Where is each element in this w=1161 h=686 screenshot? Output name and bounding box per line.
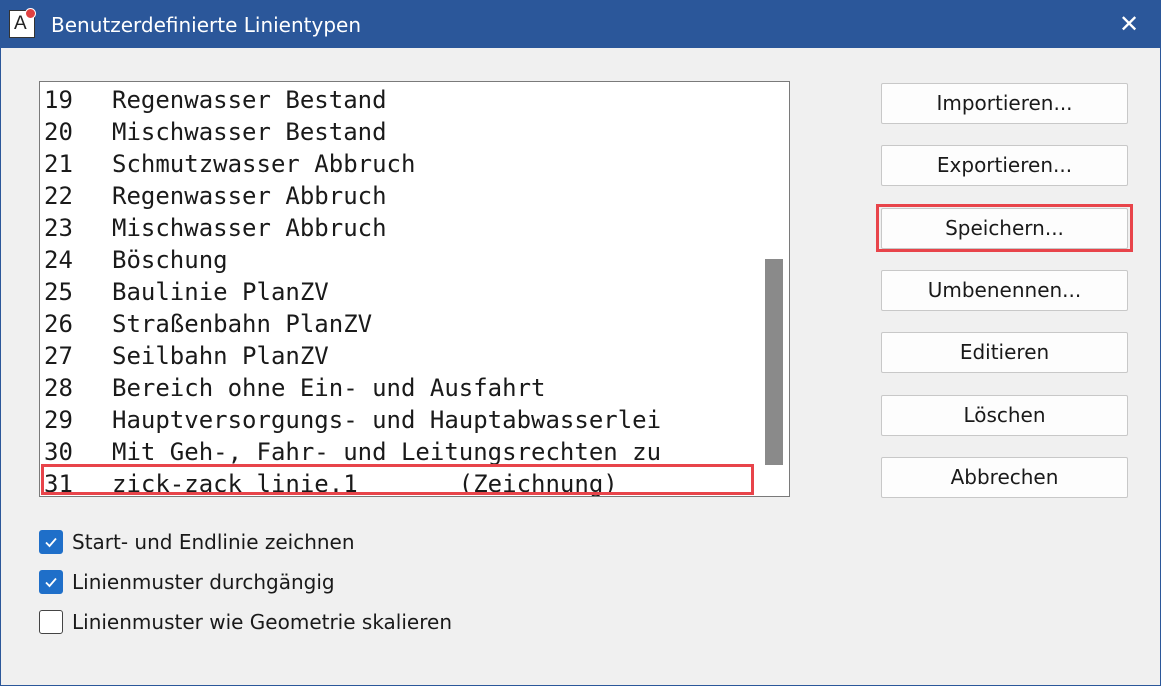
list-item[interactable]: 23 Mischwasser Abbruch: [44, 212, 760, 244]
list-item[interactable]: 25 Baulinie PlanZV: [44, 276, 760, 308]
list-item[interactable]: 27 Seilbahn PlanZV: [44, 340, 760, 372]
list-item-label: Seilbahn PlanZV: [112, 342, 329, 370]
list-item[interactable]: 22 Regenwasser Abbruch: [44, 180, 760, 212]
option-continuous[interactable]: Linienmuster durchgängig: [39, 568, 335, 596]
delete-button[interactable]: Löschen: [881, 395, 1128, 436]
list-item-label: Straßenbahn PlanZV: [112, 310, 373, 338]
list-rows: 19 Regenwasser Bestand 20 Mischwasser Besta…: [44, 84, 760, 497]
list-item[interactable]: 24 Böschung: [44, 244, 760, 276]
list-item-label: Mischwasser Abbruch: [112, 214, 387, 242]
list-item-label: Schmutzwasser Abbruch: [112, 150, 416, 178]
edit-button[interactable]: Editieren: [881, 332, 1128, 373]
window-title: Benutzerdefinierte Linientypen: [51, 13, 362, 37]
list-item-label: Mit Geh-, Fahr- und Leitungsrechten zu: [112, 438, 662, 466]
export-button[interactable]: Exportieren...: [881, 145, 1128, 186]
list-item-label: Regenwasser Abbruch: [112, 182, 387, 210]
dialog-window: A Benutzerdefinierte Linientypen ✕ 19 Reg…: [0, 0, 1161, 686]
cancel-button[interactable]: Abbrechen: [881, 457, 1128, 498]
list-item-label: Regenwasser Bestand: [112, 86, 387, 114]
list-item[interactable]: 26 Straßenbahn PlanZV: [44, 308, 760, 340]
list-item-label: Baulinie PlanZV: [112, 278, 329, 306]
list-item[interactable]: 28 Bereich ohne Ein- und Ausfahrt: [44, 372, 760, 404]
list-item-label: Mischwasser Bestand: [112, 118, 387, 146]
list-item-number: 21: [44, 150, 73, 178]
rename-button[interactable]: Umbenennen...: [881, 270, 1128, 311]
list-item[interactable]: 21 Schmutzwasser Abbruch: [44, 148, 760, 180]
list-item-number: 20: [44, 118, 73, 146]
list-item-label: Bereich ohne Ein- und Ausfahrt: [112, 374, 546, 402]
list-item-number: 27: [44, 342, 73, 370]
app-icon-badge: [25, 8, 36, 19]
list-item-label: Hauptversorgungs- und Hauptabwasserlei: [112, 406, 662, 434]
list-item-number: 23: [44, 214, 73, 242]
scale-checkbox[interactable]: [39, 610, 63, 634]
import-button[interactable]: Importieren...: [881, 83, 1128, 124]
option-scale[interactable]: Linienmuster wie Geometrie skalieren: [39, 608, 452, 636]
list-item-number: 28: [44, 374, 73, 402]
title-bar[interactable]: A Benutzerdefinierte Linientypen ✕: [1, 1, 1160, 48]
start-end-checkbox[interactable]: [39, 530, 63, 554]
save-button[interactable]: Speichern...: [881, 208, 1128, 249]
app-icon-letter: A: [14, 13, 27, 34]
option-start-end[interactable]: Start- und Endlinie zeichnen: [39, 528, 355, 556]
list-item[interactable]: 19 Regenwasser Bestand: [44, 84, 760, 116]
list-item-number: 31: [44, 470, 73, 497]
list-item-number: 22: [44, 182, 73, 210]
scrollbar-thumb[interactable]: [765, 259, 783, 465]
list-item[interactable]: 20 Mischwasser Bestand: [44, 116, 760, 148]
list-item-number: 30: [44, 438, 73, 466]
list-item[interactable]: 30 Mit Geh-, Fahr- und Leitungsrechten zu: [44, 436, 760, 468]
list-item-label: Böschung: [112, 246, 228, 274]
list-item-number: 25: [44, 278, 73, 306]
list-item-number: 19: [44, 86, 73, 114]
scale-label: Linienmuster wie Geometrie skalieren: [72, 610, 452, 634]
linetype-list[interactable]: 19 Regenwasser Bestand 20 Mischwasser Besta…: [39, 81, 790, 497]
list-item-number: 26: [44, 310, 73, 338]
app-icon: A: [9, 8, 36, 38]
list-item[interactable]: 31 zick-zack linie.1 (Zeichnung): [44, 468, 760, 497]
continuous-label: Linienmuster durchgängig: [72, 570, 335, 594]
list-item[interactable]: 29 Hauptversorgungs- und Hauptabwasserlei: [44, 404, 760, 436]
checkmark-icon: [45, 537, 57, 548]
start-end-label: Start- und Endlinie zeichnen: [72, 530, 355, 554]
list-item-label: zick-zack linie.1 (Zeichnung): [112, 470, 618, 497]
list-item-number: 29: [44, 406, 73, 434]
checkmark-icon: [45, 577, 57, 588]
list-item-number: 24: [44, 246, 73, 274]
close-icon[interactable]: ✕: [1116, 10, 1142, 38]
continuous-checkbox[interactable]: [39, 570, 63, 594]
